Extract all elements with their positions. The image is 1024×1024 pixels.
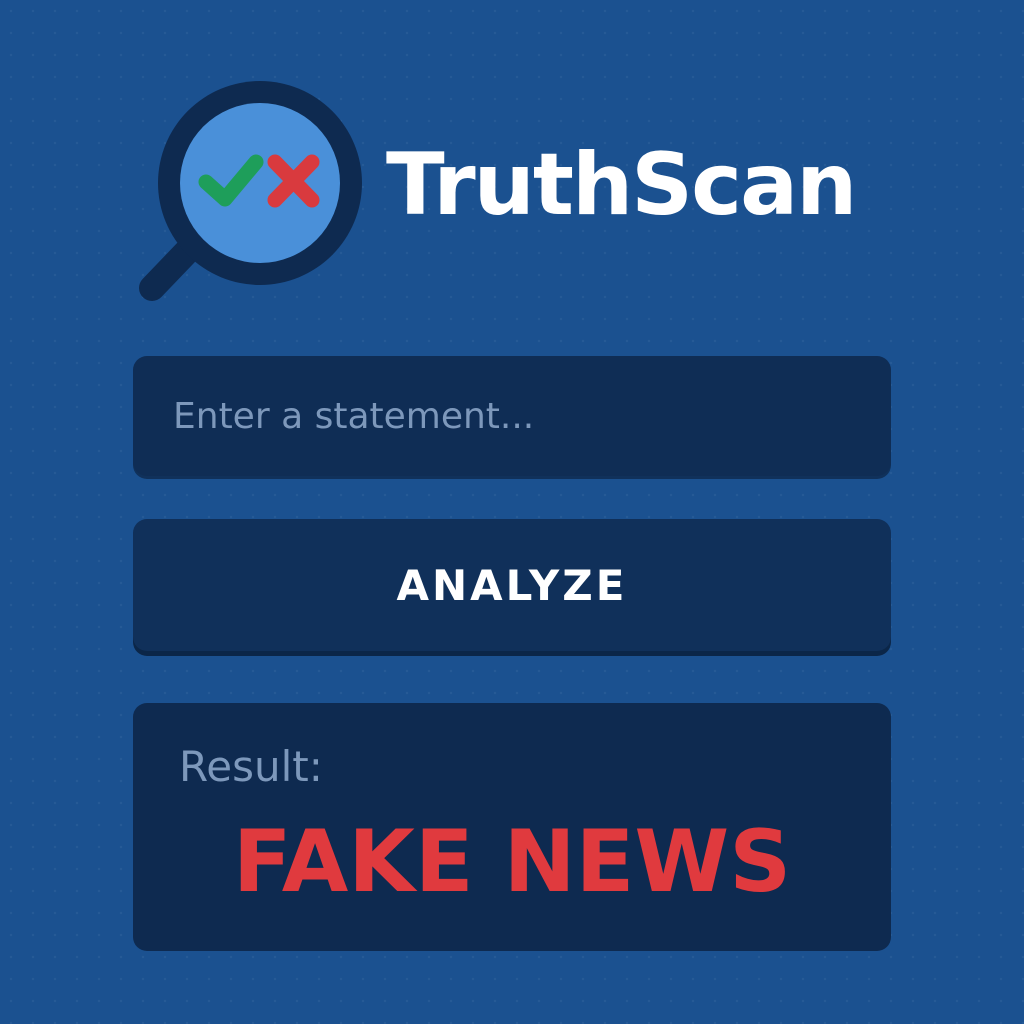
result-label: Result:: [179, 742, 323, 791]
statement-input[interactable]: [133, 356, 891, 476]
magnifier-check-cross-icon: [139, 81, 362, 301]
brand-logo: TruthScan: [130, 78, 890, 318]
truthscan-app: TruthScan ANALYZE Result: FAKE NEWS: [0, 0, 1024, 1024]
result-value: FAKE NEWS: [232, 812, 792, 912]
result-panel: Result: FAKE NEWS: [133, 703, 891, 951]
analyze-button[interactable]: ANALYZE: [133, 519, 891, 651]
brand-name: TruthScan: [386, 135, 857, 235]
